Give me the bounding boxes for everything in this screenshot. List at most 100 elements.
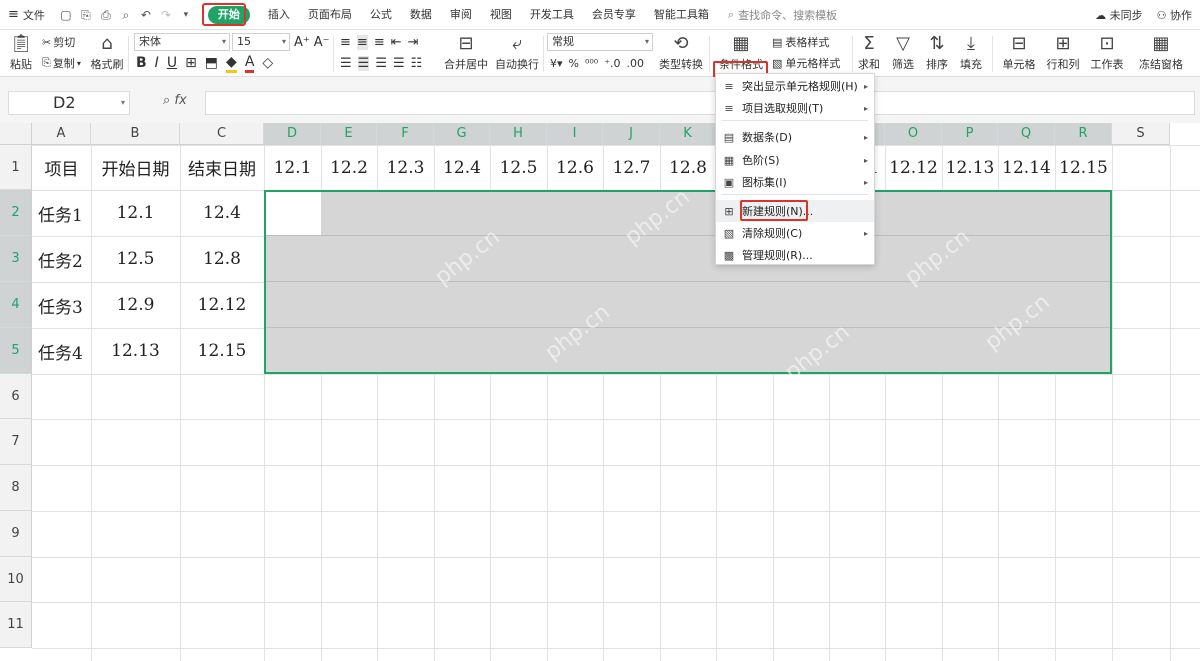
cell-header-1[interactable]: 项目 <box>32 145 91 190</box>
column-header-e[interactable]: E <box>321 123 377 145</box>
column-header-a[interactable]: A <box>32 123 91 145</box>
redo-icon[interactable]: ↷ <box>159 8 173 22</box>
menu-item-7[interactable]: ▧ 清除规则(C) ▸ <box>716 222 874 244</box>
column-header-j[interactable]: J <box>603 123 660 145</box>
row-header-8[interactable]: 8 <box>0 465 32 511</box>
currency-icon[interactable]: ¥▾ <box>550 57 563 70</box>
row-header-11[interactable]: 11 <box>0 602 32 648</box>
row-header-9[interactable]: 9 <box>0 511 32 557</box>
collab-button[interactable]: ⚇ 协作 <box>1157 7 1192 23</box>
column-header-k[interactable]: K <box>660 123 716 145</box>
fx-icon[interactable]: fx <box>174 93 186 108</box>
cell-task-name[interactable]: 任务2 <box>32 236 91 282</box>
column-header-s[interactable]: S <box>1112 123 1170 145</box>
cell-end-date[interactable]: 12.4 <box>180 190 264 236</box>
align-left-icon[interactable]: ☰ <box>340 56 352 71</box>
cell-header-18[interactable]: 12.15 <box>1055 145 1112 190</box>
bold-icon[interactable]: B <box>136 55 147 71</box>
indent-decrease-icon[interactable]: ⇤ <box>391 35 402 50</box>
italic-icon[interactable]: I <box>155 55 159 71</box>
menu-item-1[interactable]: ≡ 突出显示单元格规则(H) ▸ <box>716 75 874 97</box>
menu-item-5[interactable]: ▣ 图标集(I) ▸ <box>716 171 874 193</box>
menu-item-2[interactable]: ≡ 项目选取规则(T) ▸ <box>716 97 874 119</box>
cell-header-9[interactable]: 12.6 <box>547 145 603 190</box>
cell-header-3[interactable]: 结束日期 <box>180 145 264 190</box>
row-header-4[interactable]: 4 <box>0 282 32 328</box>
table-style-button[interactable]: ▤ 表格样式 <box>772 33 829 51</box>
cell-style-button[interactable]: ▧ 单元格样式 <box>772 54 840 72</box>
number-format-select[interactable]: 常规 ▾ <box>547 33 653 51</box>
active-cell[interactable] <box>266 192 321 235</box>
cell-header-8[interactable]: 12.5 <box>490 145 547 190</box>
fill-color-icon[interactable]: ◆ <box>226 54 237 73</box>
merge-center-button[interactable]: ⊟ 合并居中 <box>440 32 492 74</box>
row-header-3[interactable]: 3 <box>0 236 32 282</box>
file-menu[interactable]: ≡ 文件 <box>0 7 53 23</box>
align-right-icon[interactable]: ☰ <box>375 56 387 71</box>
font-name-select[interactable]: 宋体 ▾ <box>134 33 230 51</box>
selected-range[interactable] <box>264 190 1112 374</box>
align-top-icon[interactable]: ≡ <box>340 35 351 50</box>
column-header-c[interactable]: C <box>180 123 264 145</box>
clear-format-icon[interactable]: ◇ <box>262 55 273 71</box>
cells-button[interactable]: ⊟ 单元格 <box>998 32 1040 74</box>
cell-end-date[interactable]: 12.8 <box>180 236 264 282</box>
align-bottom-icon[interactable]: ≡ <box>374 35 385 50</box>
cell-header-4[interactable]: 12.1 <box>264 145 321 190</box>
print-icon[interactable]: ⎙ <box>99 8 113 22</box>
sum-button[interactable]: Σ 求和 <box>855 32 883 74</box>
cell-header-17[interactable]: 12.14 <box>998 145 1055 190</box>
cell-header-6[interactable]: 12.3 <box>377 145 434 190</box>
cell-fill-icon[interactable]: ⬒ <box>205 55 218 71</box>
menu-item-3[interactable]: ▤ 数据条(D) ▸ <box>716 126 874 148</box>
column-header-d[interactable]: D <box>264 123 321 145</box>
border-icon[interactable]: ⊞ <box>185 55 197 71</box>
format-painter-button[interactable]: ⌂ 格式刷 <box>90 32 124 74</box>
cell-start-date[interactable]: 12.13 <box>91 328 180 374</box>
row-header-1[interactable]: 1 <box>0 145 32 190</box>
menu-item-8[interactable]: ▩ 管理规则(R)... <box>716 244 874 266</box>
name-box[interactable]: D2 ▾ <box>8 91 130 115</box>
tab-insert[interactable]: 插入 <box>259 0 299 30</box>
tab-data[interactable]: 数据 <box>401 0 441 30</box>
copy-button[interactable]: ⎘ 复制 ▾ <box>42 55 81 71</box>
cell-task-name[interactable]: 任务3 <box>32 282 91 328</box>
sync-status[interactable]: ☁ 未同步 <box>1095 7 1143 23</box>
font-color-icon[interactable]: A <box>244 54 255 73</box>
tab-formulas[interactable]: 公式 <box>361 0 401 30</box>
freeze-panes-button[interactable]: ▦ 冻结窗格 <box>1136 32 1186 74</box>
command-search[interactable]: ⌕ 查找命令、搜索模板 <box>728 7 837 23</box>
column-header-i[interactable]: I <box>547 123 603 145</box>
wrap-text-button[interactable]: ⤶ 自动换行 <box>494 32 540 74</box>
cell-header-10[interactable]: 12.7 <box>603 145 660 190</box>
align-center-icon[interactable]: ☰ <box>357 55 370 71</box>
formula-input[interactable] <box>205 91 1195 115</box>
tab-developer[interactable]: 开发工具 <box>521 0 583 30</box>
paste-button[interactable]: 📋︎ 粘贴 <box>6 32 36 74</box>
cell-header-11[interactable]: 12.8 <box>660 145 716 190</box>
cell-header-16[interactable]: 12.13 <box>942 145 998 190</box>
distribute-icon[interactable]: ☷ <box>411 56 423 71</box>
cell-end-date[interactable]: 12.15 <box>180 328 264 374</box>
row-header-7[interactable]: 7 <box>0 419 32 465</box>
column-header-q[interactable]: Q <box>998 123 1055 145</box>
row-header-5[interactable]: 5 <box>0 328 32 374</box>
tab-smart-toolbox[interactable]: 智能工具箱 <box>645 0 718 30</box>
tab-home[interactable]: 开始 <box>199 0 259 30</box>
decrease-decimal-icon[interactable]: .00 <box>627 57 645 70</box>
percent-icon[interactable]: % <box>569 57 579 70</box>
tab-page-layout[interactable]: 页面布局 <box>299 0 361 30</box>
row-header-2[interactable]: 2 <box>0 190 32 236</box>
tab-member[interactable]: 会员专享 <box>583 0 645 30</box>
column-header-f[interactable]: F <box>377 123 434 145</box>
menu-item-4[interactable]: ▦ 色阶(S) ▸ <box>716 149 874 171</box>
zoom-icon[interactable]: ⌕ <box>163 93 170 108</box>
cell-task-name[interactable]: 任务1 <box>32 190 91 236</box>
save-icon[interactable]: ▢ <box>59 8 73 22</box>
sort-button[interactable]: ⇅ 排序 <box>922 32 952 74</box>
filter-button[interactable]: ▽ 筛选 <box>888 32 918 74</box>
indent-increase-icon[interactable]: ⇥ <box>408 35 419 50</box>
column-header-b[interactable]: B <box>91 123 180 145</box>
column-header-g[interactable]: G <box>434 123 490 145</box>
cell-header-15[interactable]: 12.12 <box>885 145 942 190</box>
